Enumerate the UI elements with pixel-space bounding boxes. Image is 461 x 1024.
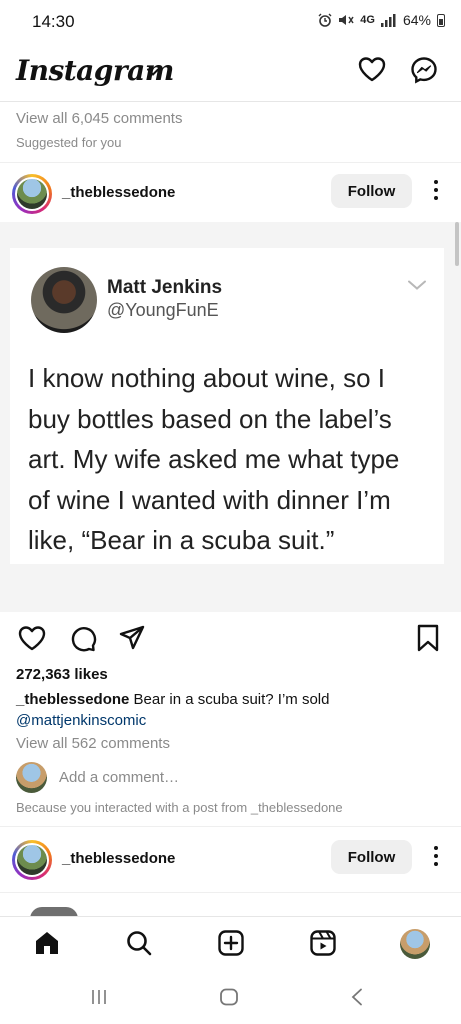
chevron-down-icon[interactable] [147, 68, 159, 76]
tweet-text: I know nothing about wine, so I buy bott… [28, 358, 438, 561]
messenger-icon[interactable] [410, 56, 438, 84]
post-username[interactable]: _theblessedone [62, 850, 175, 867]
tweet-avatar [31, 267, 97, 333]
avatar-image [17, 179, 47, 209]
caption: _theblessedone Bear in a scuba suit? I’m… [16, 689, 446, 731]
tweet-line: I know nothing about wine, so I [28, 363, 386, 393]
system-nav-bar [0, 972, 461, 1024]
network-label: 4G [360, 14, 375, 26]
tweet-line: like, “Bear in a scuba suit.” [28, 525, 335, 555]
header-divider [0, 101, 461, 102]
status-icons: 4G 64% [318, 12, 445, 28]
divider [0, 826, 461, 827]
more-options-icon[interactable] [431, 846, 441, 868]
more-options-icon[interactable] [431, 180, 441, 202]
create-icon[interactable] [217, 929, 245, 957]
home-icon[interactable] [33, 929, 61, 957]
alarm-icon [318, 13, 332, 27]
caption-text: Bear in a scuba suit? I’m sold [129, 691, 330, 708]
tweet-line: art. My wife asked me what type [28, 444, 400, 474]
view-all-comments-link[interactable]: View all 562 comments [16, 735, 170, 752]
mute-icon [339, 15, 354, 25]
caption-mention-link[interactable]: @mattjenkinscomic [16, 712, 146, 729]
comment-avatar [16, 762, 47, 793]
profile-avatar[interactable] [400, 929, 430, 959]
tweet-line: buy bottles based on the label’s [28, 403, 392, 434]
back-icon[interactable] [350, 988, 364, 1006]
tweet-author-handle: @YoungFunE [107, 300, 219, 320]
view-all-comments-link[interactable]: View all 6,045 comments [16, 110, 182, 127]
next-post-header: _theblessedone Follow [0, 838, 461, 882]
add-comment-input[interactable]: Add a comment… [59, 769, 179, 786]
follow-button[interactable]: Follow [331, 840, 412, 874]
likes-count[interactable]: 272,363 likes [16, 666, 108, 683]
signal-icon [380, 13, 396, 27]
divider [0, 892, 461, 893]
scrollbar[interactable] [455, 222, 459, 266]
divider [0, 162, 461, 163]
post-username[interactable]: _theblessedone [62, 184, 175, 201]
tweet-card: Matt Jenkins @YoungFunE I know nothing a… [10, 248, 444, 564]
caption-username[interactable]: _theblessedone [16, 691, 129, 708]
post-header: _theblessedone Follow [0, 172, 461, 216]
comment-icon[interactable] [69, 624, 97, 652]
save-bookmark-icon[interactable] [416, 624, 440, 652]
tweet-line: of wine I wanted with dinner I’m [28, 484, 391, 515]
battery-icon [437, 13, 445, 27]
avatar-image [17, 845, 47, 875]
suggested-label: Suggested for you [16, 135, 122, 150]
heart-icon[interactable] [358, 56, 386, 82]
avatar[interactable] [12, 174, 52, 214]
follow-button[interactable]: Follow [331, 174, 412, 208]
post-image[interactable]: Matt Jenkins @YoungFunE I know nothing a… [0, 222, 461, 612]
status-time: 14:30 [32, 12, 75, 31]
recents-icon[interactable] [90, 988, 108, 1006]
status-bar: 14:30 4G 64% [0, 0, 461, 44]
battery-percent: 64% [402, 12, 431, 28]
home-button-icon[interactable] [219, 988, 239, 1006]
avatar[interactable] [12, 840, 52, 880]
tweet-author-name: Matt Jenkins [107, 277, 223, 298]
tweet-chevron-icon [408, 280, 426, 290]
because-label: Because you interacted with a post from … [16, 800, 343, 815]
search-icon[interactable] [125, 929, 153, 957]
app-header: Instagram [0, 48, 461, 100]
share-icon[interactable] [118, 624, 146, 652]
reels-icon[interactable] [309, 929, 337, 957]
bottom-nav [0, 916, 461, 972]
like-heart-icon[interactable] [18, 624, 46, 652]
post-actions [0, 624, 461, 654]
